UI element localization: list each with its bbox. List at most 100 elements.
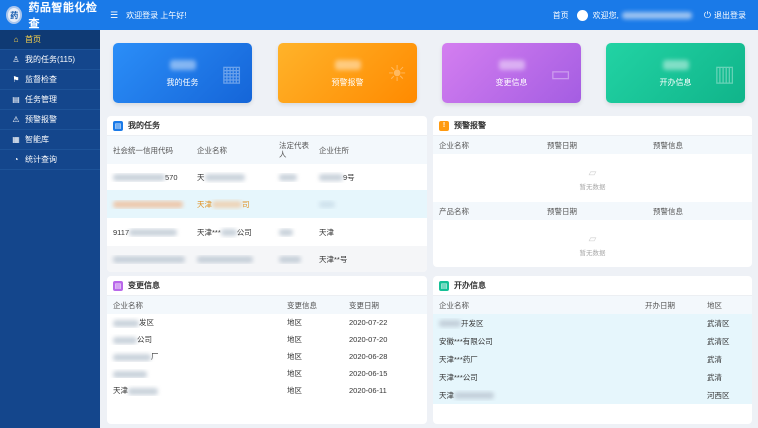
cell: 570: [165, 172, 178, 182]
sidebar-item-my-tasks[interactable]: ♙ 我的任务(115): [0, 50, 100, 70]
sidebar-item-warnings[interactable]: ⚠ 预警报警: [0, 110, 100, 130]
cell: 地区: [287, 386, 302, 395]
cell: 天津: [319, 227, 334, 237]
app-logo: 药: [6, 6, 23, 24]
column-header: 预警日期: [547, 206, 577, 216]
tile-count: [662, 60, 689, 70]
redacted: [319, 201, 335, 209]
cell: 厂: [151, 352, 159, 361]
table-row[interactable]: 天津 地区 2020-06-11: [107, 382, 427, 399]
redacted: [113, 353, 151, 361]
cell: 武清区: [707, 336, 730, 346]
tile-count: [169, 60, 196, 70]
empty-state: ▱ 暂无数据: [433, 220, 752, 265]
column-header: 社会统一信用代码: [113, 145, 173, 155]
redacted: [279, 174, 297, 182]
sidebar-item-task-management[interactable]: ▤ 任务管理: [0, 90, 100, 110]
empty-text: 暂无数据: [579, 184, 606, 191]
tile-label: 开办信息: [659, 78, 692, 87]
redacted: [113, 336, 137, 344]
cell: 2020-07-22: [349, 318, 388, 327]
cell: 公司: [236, 227, 252, 237]
panel-header: ! 预警报警: [433, 116, 752, 136]
sidebar-item-inspection[interactable]: ⚑ 监督检查: [0, 70, 100, 90]
user-icon: ♙: [12, 55, 20, 64]
table-row[interactable]: 天津***药厂 武清: [433, 350, 752, 368]
cell: 2020-06-11: [349, 386, 387, 395]
logout-button[interactable]: ⏻ 退出登录: [704, 10, 746, 21]
table-row[interactable]: 天津 司: [107, 190, 427, 218]
cell: 河西区: [707, 390, 730, 400]
home-icon: ⌂: [13, 35, 19, 44]
cell: 2020-07-20: [349, 335, 388, 344]
panel-openings: ▤ 开办信息 企业名称 开办日期 地区 开发区 武清区 安徽***有限公司 武清…: [433, 276, 752, 424]
sidebar-item-label: 预警报警: [25, 115, 57, 124]
panel-title: 预警报警: [454, 121, 486, 130]
cell: 2020-06-15: [349, 369, 388, 378]
table-row[interactable]: 安徽***有限公司 武清区: [433, 332, 752, 350]
panel-warnings: ! 预警报警 企业名称 预警日期 预警信息 ▱ 暂无数据 产品名称 预警日期 预…: [433, 116, 752, 267]
cell: 天津: [439, 390, 454, 400]
column-header: 企业名称: [439, 300, 469, 310]
sidebar-item-label: 我的任务(115): [25, 55, 76, 64]
table-row[interactable]: 天津 河西区: [433, 386, 752, 404]
cell: 天津***药厂: [439, 354, 478, 364]
tile-count: [334, 60, 361, 70]
table-row[interactable]: 天津***公司 武清: [433, 368, 752, 386]
column-header: 企业住所: [319, 145, 349, 155]
redacted: [279, 229, 293, 237]
sidebar-item-label: 监督检查: [25, 75, 57, 84]
table-row[interactable]: 发区 地区 2020-07-22: [107, 314, 427, 331]
redacted: [197, 256, 253, 264]
table-row[interactable]: 9117 天津*** 公司 天津: [107, 218, 427, 246]
alert-icon: ⚠: [12, 115, 20, 124]
table-header: 产品名称 预警日期 预警信息: [433, 202, 752, 220]
opening-icon: ▤: [439, 280, 449, 291]
menu-icon[interactable]: ☰: [110, 10, 118, 21]
table-row[interactable]: 天津**号: [107, 246, 427, 272]
chart-icon: ◔: [13, 155, 19, 164]
table-row[interactable]: 570 天 9号: [107, 164, 427, 190]
sidebar-item-home[interactable]: ⌂ 首页: [0, 30, 100, 50]
empty-state: ▱ 暂无数据: [433, 154, 752, 202]
table-header: 企业名称 开办日期 地区: [433, 296, 752, 314]
sidebar-item-smart-library[interactable]: ▦ 智能库: [0, 130, 100, 150]
flag-icon: ⚑: [12, 75, 20, 84]
brand[interactable]: 药 药品智能化检查: [0, 0, 100, 30]
sidebar-item-label: 统计查询: [25, 155, 57, 164]
tile-count: [498, 60, 525, 70]
tile-label: 变更信息: [495, 78, 528, 87]
table-row[interactable]: 公司 地区 2020-07-20: [107, 331, 427, 348]
task-icon: ▤: [113, 120, 123, 131]
cell: 9117: [113, 227, 130, 237]
warning-icon: !: [439, 120, 449, 131]
column-header: 企业名称: [197, 145, 227, 155]
table-row[interactable]: 开发区 武清区: [433, 314, 752, 332]
cell: 武清区: [707, 318, 730, 328]
table-row[interactable]: 地区 2020-06-15: [107, 365, 427, 382]
tile-my-tasks[interactable]: ▦ 我的任务: [113, 43, 252, 103]
table-row[interactable]: 厂 地区 2020-06-28: [107, 348, 427, 365]
sidebar-item-label: 任务管理: [25, 95, 57, 104]
avatar[interactable]: [576, 9, 588, 21]
logout-label: 退出登录: [714, 10, 746, 20]
table-header: 企业名称 预警日期 预警信息: [433, 136, 752, 154]
cell: 发区: [139, 318, 154, 327]
sidebar-item-statistics[interactable]: ◔ 统计查询: [0, 150, 100, 170]
cell: 天津: [197, 199, 212, 209]
panel-title: 变更信息: [128, 281, 160, 290]
empty-box-icon: ▱: [588, 234, 597, 245]
cell: 地区: [287, 318, 302, 327]
redacted: [113, 370, 147, 378]
tile-openings[interactable]: ▥ 开办信息: [606, 43, 745, 103]
redacted: [220, 229, 237, 237]
sidebar-item-label: 智能库: [25, 135, 49, 144]
sidebar: ⌂ 首页 ♙ 我的任务(115) ⚑ 监督检查 ▤ 任务管理 ⚠ 预警报警 ▦ …: [0, 30, 100, 428]
tile-warnings[interactable]: ☀ 预警报警: [278, 43, 417, 103]
cell: 地区: [287, 352, 302, 361]
home-link[interactable]: 首页: [553, 10, 569, 21]
column-header: 地区: [707, 300, 722, 310]
column-header: 预警日期: [547, 140, 577, 150]
tile-changes[interactable]: ▭ 变更信息: [442, 43, 581, 103]
table-header: 企业名称 变更信息 变更日期: [107, 296, 427, 314]
